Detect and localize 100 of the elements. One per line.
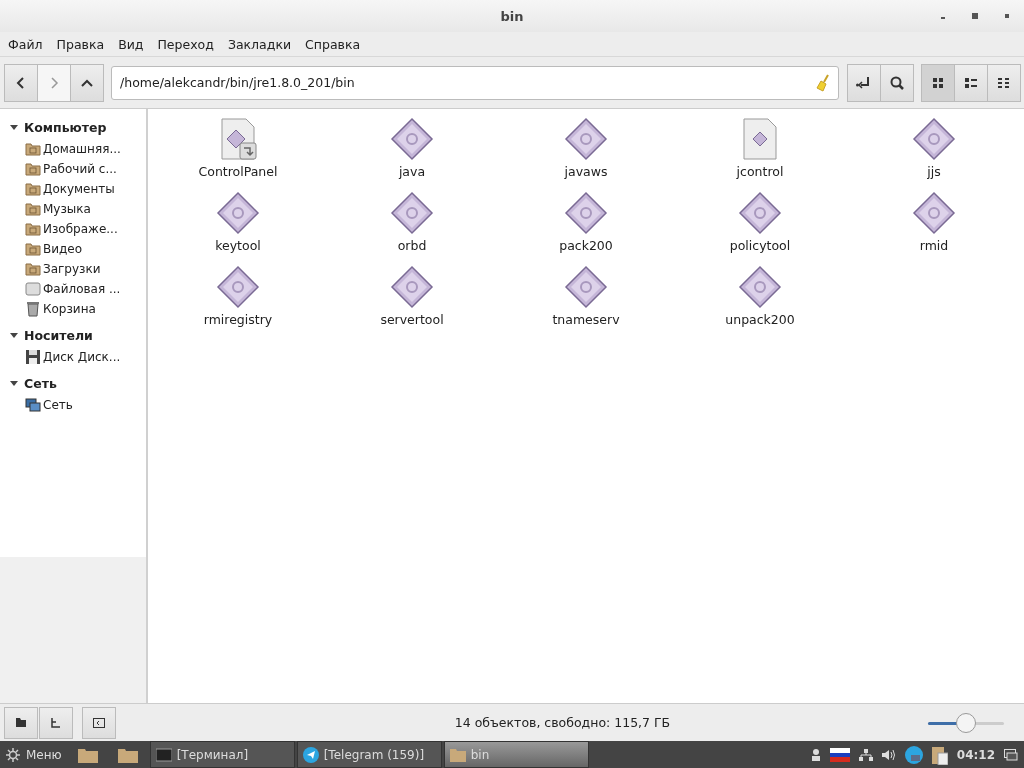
sidebar-item[interactable]: Изображе... [0, 219, 146, 239]
flag-icon [829, 747, 850, 762]
view-mode-button[interactable] [987, 63, 1021, 102]
slider-thumb[interactable] [956, 712, 976, 733]
executable-icon [390, 191, 434, 235]
clock: 04:12 [956, 747, 995, 762]
drive-icon [25, 281, 41, 297]
executable-icon [912, 191, 956, 235]
network-icon [858, 748, 873, 761]
menu-item[interactable]: Переход [150, 36, 221, 52]
file-item[interactable]: rmid [847, 191, 1021, 265]
executable-icon [390, 117, 434, 161]
terminal-icon [155, 747, 172, 762]
sidebar-item[interactable]: Загрузки [0, 259, 146, 279]
up-icon [81, 77, 93, 88]
executable-icon [738, 265, 782, 309]
menu-item[interactable]: Файл [1, 36, 50, 52]
columns-icon [998, 76, 1010, 89]
trash-icon [25, 301, 41, 317]
folder-icon [25, 241, 41, 257]
executable-icon [564, 265, 608, 309]
executable-icon [912, 117, 956, 161]
sidebar-item[interactable]: Домашняя... [0, 139, 146, 159]
paper-plane-icon [302, 746, 319, 763]
jump-button[interactable] [847, 63, 881, 102]
window-title: bin [500, 8, 524, 24]
section-heading: Сеть [24, 375, 57, 391]
taskbar-window[interactable]: [Telegram (159)] [296, 741, 442, 768]
back-icon [16, 76, 26, 89]
user-icon [810, 748, 821, 761]
sidebar-item[interactable]: Корзина [0, 299, 146, 319]
file-item[interactable]: pack200 [499, 191, 673, 265]
close-button[interactable] [1004, 13, 1010, 19]
network-icon [25, 397, 41, 413]
up-button[interactable] [70, 63, 104, 102]
sidebar-item[interactable]: Файловая ... [0, 279, 146, 299]
section-heading: Носители [24, 327, 93, 343]
search-button[interactable] [880, 63, 914, 102]
expander-icon[interactable] [9, 122, 19, 132]
sidebar-item[interactable]: Музыка [0, 199, 146, 219]
executable-icon [564, 191, 608, 235]
tree-icon [51, 717, 61, 728]
show-desktop-icon[interactable] [1004, 748, 1018, 761]
expander-icon[interactable] [9, 330, 19, 340]
file-item[interactable]: jjs [847, 117, 1021, 191]
return-arrow-icon [856, 75, 872, 90]
folder-icon [449, 747, 466, 762]
folder-icon [25, 161, 41, 177]
sidebar-item[interactable]: Рабочий с... [0, 159, 146, 179]
executable-icon [216, 191, 260, 235]
file-item[interactable]: java [325, 117, 499, 191]
gear-icon [6, 747, 20, 762]
file-item[interactable]: ControlPanel [151, 117, 325, 191]
forward-icon [49, 76, 59, 89]
list-icon [965, 76, 977, 89]
file-item[interactable]: policytool [673, 191, 847, 265]
executable-icon [564, 117, 608, 161]
file-item[interactable]: orbd [325, 191, 499, 265]
file-item[interactable]: tnameserv [499, 265, 673, 339]
executable-icon [216, 265, 260, 309]
folder-icon [25, 141, 41, 157]
sidebar-toggle-button[interactable] [82, 706, 116, 739]
tree-button[interactable] [39, 706, 73, 739]
executable-icon [738, 191, 782, 235]
view-mode-button[interactable] [921, 63, 955, 102]
search-icon [890, 75, 904, 90]
folder-icon [25, 221, 41, 237]
file-item[interactable]: javaws [499, 117, 673, 191]
expander-icon[interactable] [9, 378, 19, 388]
menu-item[interactable]: Правка [49, 36, 112, 52]
sidebar-item[interactable]: Видео [0, 239, 146, 259]
file-item[interactable]: rmiregistry [151, 265, 325, 339]
menu-item[interactable]: Закладки [220, 36, 299, 52]
volume-icon [881, 748, 896, 761]
file-item[interactable]: keytool [151, 191, 325, 265]
sidebar-item[interactable]: Документы [0, 179, 146, 199]
status-text: 14 объектов, свободно: 115,7 ГБ [453, 715, 672, 730]
sidebar-item[interactable]: Диск Диск... [0, 347, 146, 367]
executable-icon [390, 265, 434, 309]
sidebar-item[interactable]: Сеть [0, 395, 146, 415]
zoom-slider[interactable] [928, 711, 1004, 734]
messenger-badge-icon [904, 745, 923, 764]
back-button[interactable] [4, 63, 38, 102]
folder-icon [16, 718, 26, 727]
menu-item[interactable]: Вид [111, 36, 151, 52]
folder-icon [25, 181, 41, 197]
view-mode-button[interactable] [954, 63, 988, 102]
section-heading: Компьютер [24, 119, 107, 135]
clipboard-icon [931, 744, 948, 765]
file-item[interactable]: jcontrol [673, 117, 847, 191]
grid-icon [932, 76, 944, 89]
places-button[interactable] [4, 706, 38, 739]
taskbar-window[interactable]: [Терминал] [149, 741, 295, 768]
menu-button[interactable]: Меню [0, 747, 68, 762]
panel-icon [93, 717, 105, 728]
location-field[interactable]: /home/alekcandr/bin/jre1.8.0_201/bin [111, 65, 839, 100]
file-item[interactable]: unpack200 [673, 265, 847, 339]
menu-item[interactable]: Справка [298, 36, 368, 52]
file-item[interactable]: servertool [325, 265, 499, 339]
folder-icon [25, 201, 41, 217]
